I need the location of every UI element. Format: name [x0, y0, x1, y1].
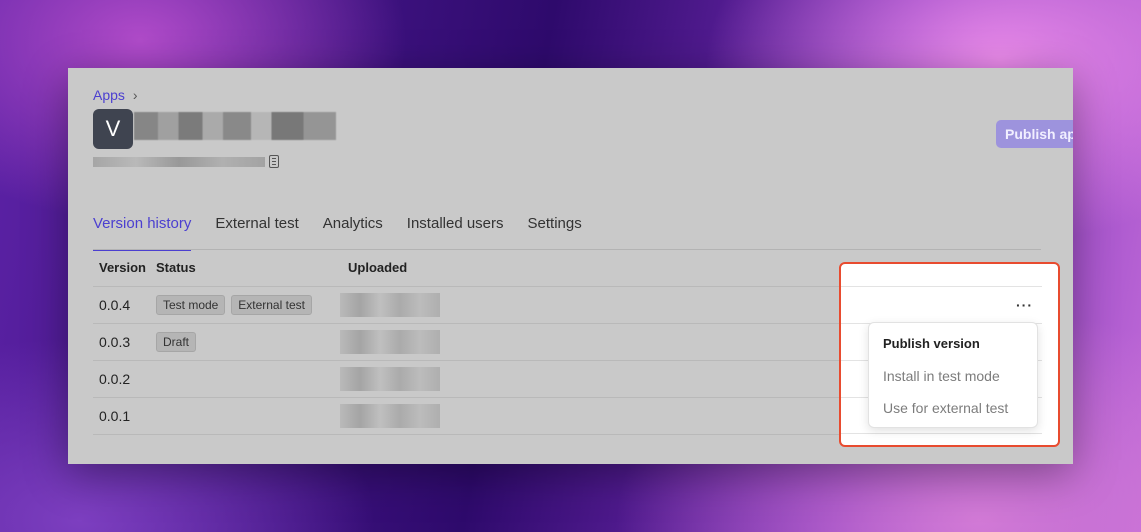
menu-item-install-test-mode[interactable]: Install in test mode	[869, 368, 1037, 400]
row-actions-highlight: ··· Publish version Install in test mode…	[839, 262, 1060, 447]
version-cell: 0.0.1	[93, 397, 150, 435]
more-actions-icon[interactable]: ···	[1016, 297, 1033, 313]
version-cell: 0.0.3	[93, 323, 150, 361]
tab-bar: Version history External test Analytics …	[93, 215, 606, 251]
version-cell: 0.0.2	[93, 360, 150, 398]
status-cell	[150, 397, 342, 435]
breadcrumb-apps-link[interactable]: Apps	[93, 87, 125, 103]
status-cell	[150, 360, 342, 398]
status-badge: External test	[231, 294, 312, 315]
row-divider	[841, 433, 1042, 434]
status-badge: Draft	[156, 331, 197, 352]
row-divider	[841, 286, 1042, 287]
column-header-status: Status	[150, 250, 342, 287]
tab-settings[interactable]: Settings	[528, 215, 582, 251]
publish-app-button[interactable]: Publish app	[996, 120, 1073, 148]
redacted-upload-info	[340, 292, 440, 317]
column-header-version: Version	[93, 250, 150, 287]
status-cell: Draft	[150, 323, 342, 361]
redacted-upload-info	[340, 366, 440, 391]
tab-installed-users[interactable]: Installed users	[407, 215, 504, 251]
app-avatar: V	[93, 109, 133, 149]
tab-version-history[interactable]: Version history	[93, 215, 192, 251]
status-cell: Test mode External test	[150, 286, 342, 324]
redacted-upload-info	[340, 329, 440, 354]
menu-item-publish-version[interactable]: Publish version	[869, 336, 1037, 368]
menu-item-external-test[interactable]: Use for external test	[869, 400, 1037, 432]
redacted-app-name	[134, 112, 336, 140]
row-actions-menu: Publish version Install in test mode Use…	[868, 322, 1038, 428]
redacted-upload-info	[340, 403, 440, 428]
copy-icon[interactable]	[269, 155, 279, 168]
status-badge: Test mode	[156, 294, 226, 315]
chevron-right-icon: ›	[132, 87, 138, 103]
redacted-app-id	[93, 157, 265, 167]
breadcrumb: Apps ›	[93, 87, 138, 103]
tab-analytics[interactable]: Analytics	[323, 215, 383, 251]
version-cell: 0.0.4	[93, 286, 150, 324]
tab-external-test[interactable]: External test	[215, 215, 298, 251]
